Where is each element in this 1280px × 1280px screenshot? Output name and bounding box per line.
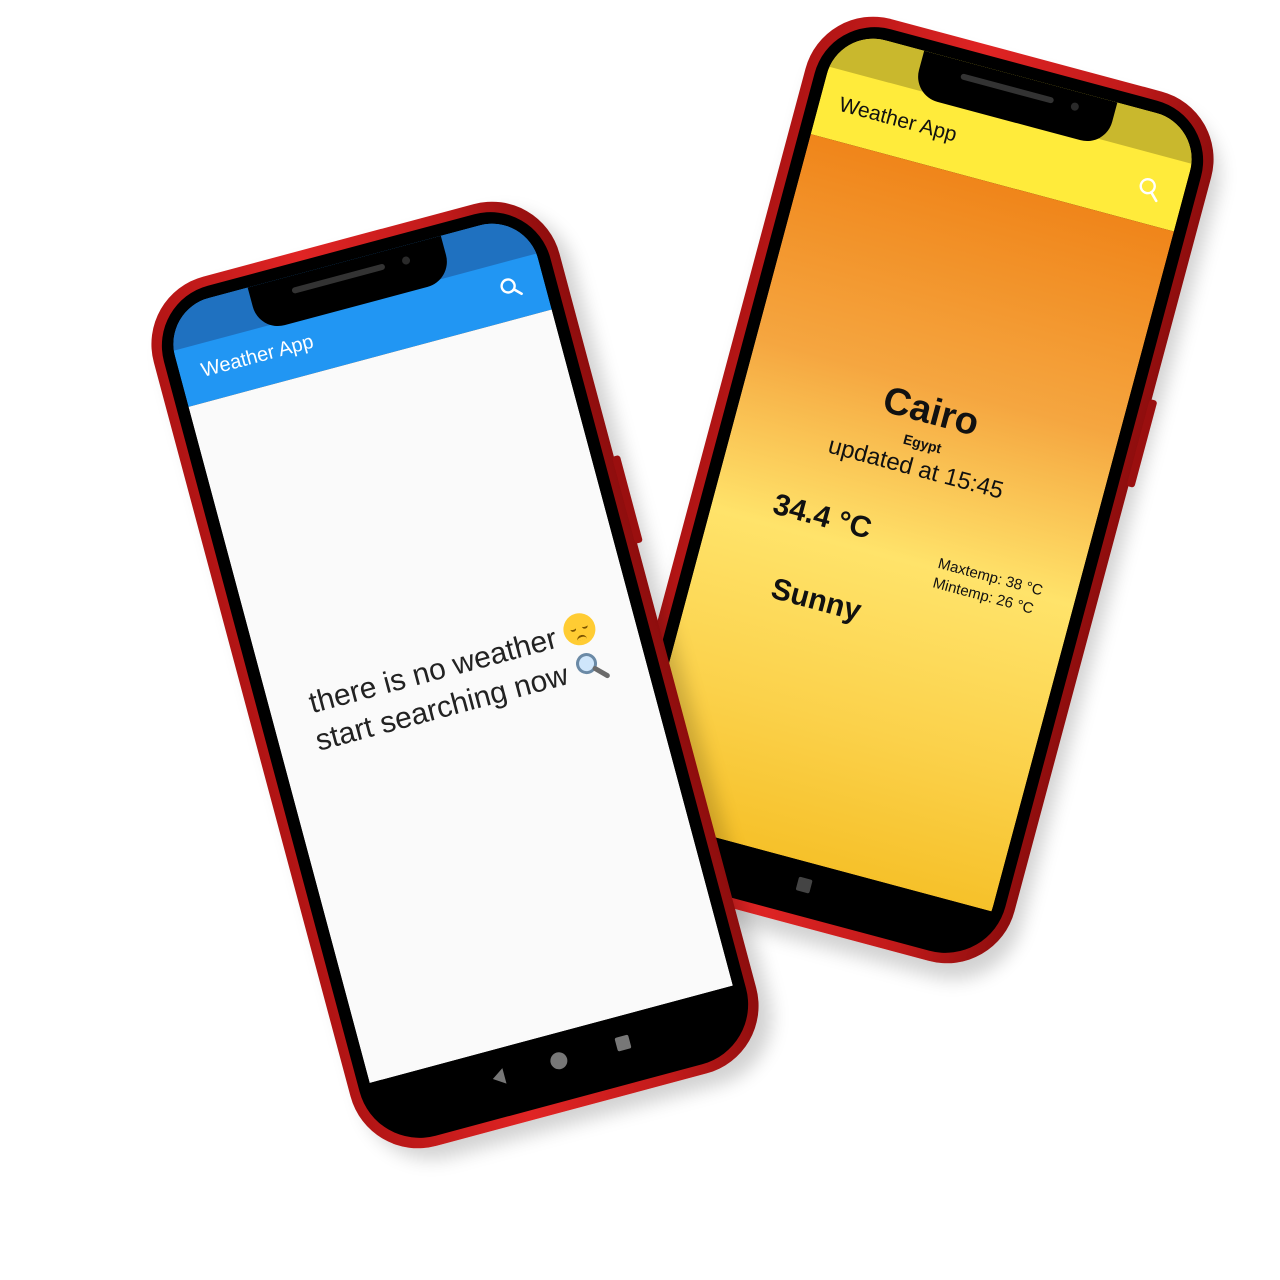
recent-apps-button[interactable] <box>614 1034 632 1052</box>
back-button[interactable] <box>491 1068 507 1087</box>
search-button[interactable] <box>1133 173 1165 205</box>
magnifying-glass-icon <box>576 653 611 679</box>
recent-apps-button[interactable] <box>795 876 813 894</box>
front-camera <box>401 255 411 266</box>
search-icon <box>500 278 523 296</box>
search-icon <box>1139 177 1158 203</box>
front-camera <box>1069 101 1080 112</box>
search-button[interactable] <box>496 273 525 302</box>
home-button[interactable] <box>548 1050 570 1072</box>
pensive-face-icon <box>559 609 599 649</box>
